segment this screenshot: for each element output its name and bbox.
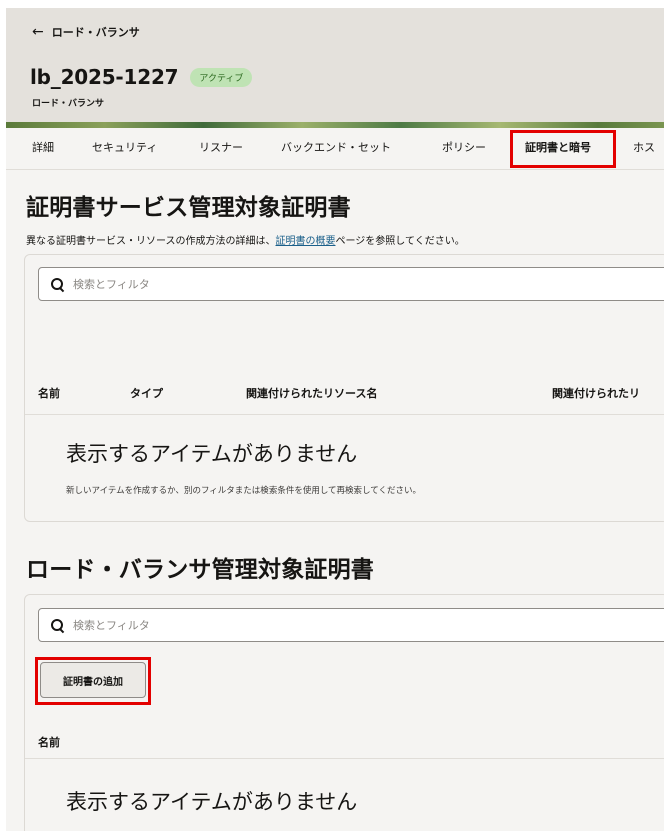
status-badge: アクティブ bbox=[190, 67, 253, 87]
section-description: 異なる証明書サービス・リソースの作成方法の詳細は、証明書の概要ページを参照してく… bbox=[26, 232, 465, 247]
empty-state-title-1: 表示するアイテムがありません bbox=[66, 442, 358, 466]
empty-state-title-2: 表示するアイテムがありません bbox=[66, 790, 358, 814]
arrow-left-icon: ← bbox=[32, 24, 44, 40]
column-header-associated-resource[interactable]: 関連付けられたリ bbox=[552, 385, 640, 401]
tab-backend-sets[interactable]: バックエンド・セット bbox=[281, 128, 391, 170]
page-header: ← ロード・バランサ lb_2025-1227 アクティブ ロード・バランサ bbox=[6, 8, 664, 124]
search-icon bbox=[51, 619, 63, 631]
search-input-2[interactable] bbox=[73, 618, 633, 632]
tab-hostnames[interactable]: ホス bbox=[633, 128, 655, 170]
tab-certificates-ciphers[interactable]: 証明書と暗号 bbox=[525, 128, 591, 170]
table-header-divider bbox=[25, 414, 664, 415]
add-certificate-button[interactable]: 証明書の追加 bbox=[40, 662, 146, 698]
column-header-name-2[interactable]: 名前 bbox=[38, 734, 60, 750]
tab-policies[interactable]: ポリシー bbox=[442, 128, 486, 170]
tab-bar: 詳細 セキュリティ リスナー バックエンド・セット ポリシー 証明書と暗号 ホス bbox=[6, 128, 664, 170]
back-link[interactable]: ← ロード・バランサ bbox=[32, 24, 140, 40]
section-title-load-balancer-managed: ロード・バランサ管理対象証明書 bbox=[26, 557, 374, 583]
search-input-1[interactable] bbox=[73, 277, 633, 291]
empty-state-message-1: 新しいアイテムを作成するか、別のフィルタまたは検索条件を使用して再検索してくださ… bbox=[66, 486, 422, 496]
tab-security[interactable]: セキュリティ bbox=[92, 128, 157, 170]
description-text-before: 異なる証明書サービス・リソースの作成方法の詳細は、 bbox=[26, 236, 276, 247]
page-title: lb_2025-1227 bbox=[30, 65, 179, 89]
column-header-name[interactable]: 名前 bbox=[38, 385, 60, 401]
column-header-type[interactable]: タイプ bbox=[130, 385, 163, 401]
page: ← ロード・バランサ lb_2025-1227 アクティブ ロード・バランサ 詳… bbox=[0, 0, 664, 831]
search-filter-box-2[interactable] bbox=[38, 608, 664, 642]
search-icon bbox=[51, 278, 63, 290]
back-link-label: ロード・バランサ bbox=[51, 26, 140, 39]
search-filter-box-1[interactable] bbox=[38, 267, 664, 301]
table-header-divider-2 bbox=[25, 758, 664, 759]
title-row: lb_2025-1227 アクティブ bbox=[30, 65, 253, 89]
description-text-after: ページを参照してください。 bbox=[335, 236, 465, 247]
column-header-associated-resource-name[interactable]: 関連付けられたリソース名 bbox=[246, 385, 377, 401]
certificates-overview-link[interactable]: 証明書の概要 bbox=[276, 236, 336, 247]
tab-details[interactable]: 詳細 bbox=[32, 128, 54, 170]
tab-listeners[interactable]: リスナー bbox=[199, 128, 243, 170]
page-subtitle: ロード・バランサ bbox=[32, 99, 105, 109]
section-title-certificate-service: 証明書サービス管理対象証明書 bbox=[26, 195, 351, 221]
